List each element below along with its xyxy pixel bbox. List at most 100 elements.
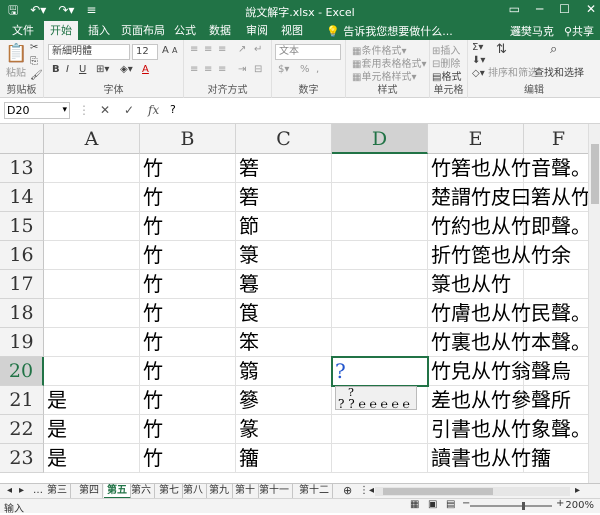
sheet-tab-12[interactable]: 第十二	[296, 484, 333, 499]
cell-d14[interactable]	[332, 183, 428, 212]
zoom-slider-knob[interactable]	[522, 502, 525, 510]
cell-a17[interactable]	[44, 270, 140, 299]
chevron-down-icon[interactable]: ▾	[62, 103, 67, 118]
minimize-icon[interactable]: ─	[536, 2, 543, 16]
next-sheet-icon[interactable]: ▸	[16, 484, 27, 499]
vertical-scrollbar[interactable]	[588, 124, 600, 483]
sheet-tab-9[interactable]: 第九	[206, 484, 233, 499]
scroll-left-icon[interactable]: ◂	[366, 484, 377, 499]
cell-d18[interactable]	[332, 299, 428, 328]
sheet-tab-3[interactable]: 第三	[44, 484, 71, 499]
cell-a15[interactable]	[44, 212, 140, 241]
tab-page-layout[interactable]: 页面布局	[115, 21, 171, 40]
align-top-icon[interactable]: ≡	[190, 44, 198, 55]
find-select-button[interactable]: 查找和选择	[534, 64, 584, 79]
cell-f19[interactable]	[524, 328, 588, 357]
cell-b20[interactable]: 竹	[140, 357, 236, 386]
cell-b15[interactable]: 竹	[140, 212, 236, 241]
cell-a18[interactable]	[44, 299, 140, 328]
cell-b13[interactable]: 竹	[140, 154, 236, 183]
cell-d19[interactable]	[332, 328, 428, 357]
merge-icon[interactable]: ⊟	[254, 64, 262, 75]
tab-view[interactable]: 视图	[275, 21, 309, 40]
horizontal-scroll-thumb[interactable]	[383, 488, 493, 495]
active-cell[interactable]: ?	[332, 357, 428, 386]
normal-view-icon[interactable]: ▦	[410, 499, 419, 510]
tab-data[interactable]: 数据	[203, 21, 237, 40]
cell-e23[interactable]: 讀書也从竹籒	[428, 444, 524, 473]
cell-c22[interactable]: 篆	[236, 415, 332, 444]
row-header-13[interactable]: 13	[0, 154, 44, 183]
align-center-icon[interactable]: ≡	[204, 64, 212, 75]
grow-font-button[interactable]: A	[162, 45, 169, 56]
cell-a16[interactable]	[44, 241, 140, 270]
cell-c21[interactable]: 篸	[236, 386, 332, 415]
font-size-select[interactable]: 12	[132, 44, 158, 60]
cell-e13[interactable]: 竹箬也从竹音聲。	[428, 154, 524, 183]
sheet-tab-6[interactable]: 第六	[128, 484, 155, 499]
fill-icon[interactable]: ⬇▾	[472, 55, 485, 66]
column-header-e[interactable]: E	[428, 124, 524, 154]
cell-c23[interactable]: 籒	[236, 444, 332, 473]
tell-me-box[interactable]: 💡 告诉我您想要做什么...	[326, 23, 453, 39]
cell-c15[interactable]: 節	[236, 212, 332, 241]
cell-b19[interactable]: 竹	[140, 328, 236, 357]
underline-button[interactable]: U	[79, 64, 86, 75]
sort-filter-icon[interactable]: ⇅	[496, 42, 507, 57]
maximize-icon[interactable]: ☐	[559, 2, 570, 16]
cell-e14[interactable]: 楚謂竹皮曰箬从竹	[428, 183, 524, 212]
ime-candidates[interactable]: ? ? ℮ ℮ ℮ ℮ ℮	[336, 398, 416, 410]
cell-f14[interactable]	[524, 183, 588, 212]
copy-icon[interactable]: ⎘	[30, 56, 38, 67]
column-header-b[interactable]: B	[140, 124, 236, 154]
align-middle-icon[interactable]: ≡	[204, 44, 212, 55]
cell-e22[interactable]: 引書也从竹象聲。	[428, 415, 524, 444]
sort-filter-button[interactable]: 排序和筛选	[488, 64, 538, 79]
find-select-icon[interactable]: ⌕	[550, 42, 557, 57]
italic-button[interactable]: I	[66, 64, 69, 75]
horizontal-scrollbar[interactable]	[375, 487, 570, 496]
cell-a13[interactable]	[44, 154, 140, 183]
page-break-view-icon[interactable]: ▤	[446, 499, 455, 510]
row-header-16[interactable]: 16	[0, 241, 44, 270]
indent-icon[interactable]: ⇥	[238, 64, 246, 75]
clear-icon[interactable]: ◇▾	[472, 68, 485, 79]
cut-icon[interactable]: ✂	[30, 42, 38, 53]
cell-e18[interactable]: 竹膚也从竹民聲。	[428, 299, 524, 328]
sheet-tab-7[interactable]: 第七	[156, 484, 183, 499]
add-sheet-icon[interactable]: ⊕	[340, 484, 355, 499]
cell-c19[interactable]: 笨	[236, 328, 332, 357]
cell-c20[interactable]: 篛	[236, 357, 332, 386]
bold-button[interactable]: B	[52, 64, 60, 75]
cell-a19[interactable]	[44, 328, 140, 357]
zoom-slider[interactable]	[470, 505, 552, 507]
cell-e17[interactable]: 箓也从竹𥳍	[428, 270, 524, 299]
row-header-19[interactable]: 19	[0, 328, 44, 357]
name-box[interactable]: D20 ▾	[4, 102, 70, 119]
enter-icon[interactable]: ✓	[124, 103, 134, 117]
cell-e21[interactable]: 差也从竹參聲所	[428, 386, 524, 415]
cell-f20[interactable]	[524, 357, 588, 386]
cell-e15[interactable]: 竹約也从竹即聲。	[428, 212, 524, 241]
tab-review[interactable]: 审阅	[240, 21, 274, 40]
close-icon[interactable]: ✕	[586, 2, 596, 16]
cell-f21[interactable]	[524, 386, 588, 415]
wrap-text-icon[interactable]: ↵	[254, 44, 262, 55]
row-header-22[interactable]: 22	[0, 415, 44, 444]
sheet-tab-5[interactable]: 第五	[104, 484, 131, 499]
column-header-f[interactable]: F	[524, 124, 588, 154]
font-color-button[interactable]: A	[142, 64, 149, 75]
orientation-icon[interactable]: ↗	[238, 44, 246, 55]
cell-d23[interactable]	[332, 444, 428, 473]
align-bottom-icon[interactable]: ≡	[218, 44, 226, 55]
cell-f13[interactable]	[524, 154, 588, 183]
scroll-right-icon[interactable]: ▸	[572, 484, 583, 499]
zoom-level[interactable]: 200%	[565, 500, 594, 511]
cell-f16[interactable]	[524, 241, 588, 270]
prev-sheet-icon[interactable]: ◂	[4, 484, 15, 499]
cell-a21[interactable]: 是	[44, 386, 140, 415]
cell-f18[interactable]	[524, 299, 588, 328]
row-header-14[interactable]: 14	[0, 183, 44, 212]
align-right-icon[interactable]: ≡	[218, 64, 226, 75]
cell-c14[interactable]: 箬	[236, 183, 332, 212]
